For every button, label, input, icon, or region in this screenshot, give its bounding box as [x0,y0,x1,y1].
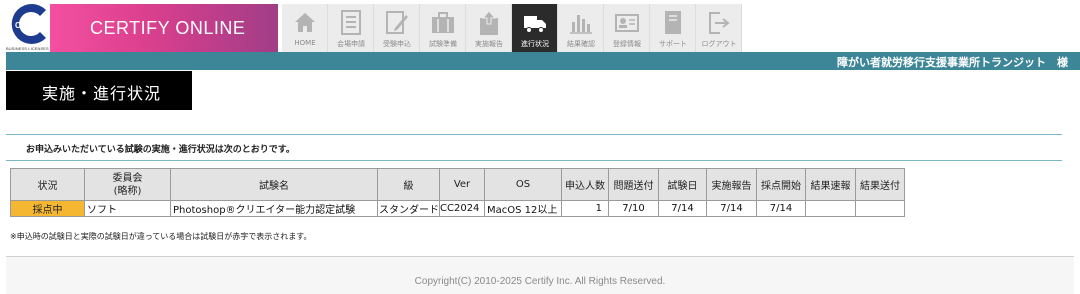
header-status: 状況 [10,168,85,201]
nav-label: 受験申込 [383,40,411,48]
brand-name: CERTIFY ONLINE [90,18,246,38]
nav-label: 会場申請 [337,40,365,48]
manual-icon [665,11,681,34]
table-header-row: 状況 委員会 (略称) 試験名 級 Ver OS 申込人数 問題送付 試験日 実… [10,168,905,201]
cell-grade: スタンダード [377,200,440,217]
nav-label: サポート [659,40,687,48]
notice-text: お申込みいただいている試験の実施・進行状況は次のとおりです。 [26,145,295,155]
cell-result-sent [855,200,905,217]
nav-item-exam-application[interactable]: 受験申込 [374,4,420,52]
logo-text: CERTIFY [15,21,50,30]
nav-item-home[interactable]: HOME [282,4,328,52]
header: CERTIFY BUSINESS LICENSES CERTIFY ONLINE… [0,0,1080,54]
cell-grading-start: 7/14 [756,200,806,217]
logo-c-icon: CERTIFY [11,4,50,44]
header-grade: 級 [377,168,440,201]
header-preliminary-result: 結果速報 [805,168,856,201]
cell-committee: ソフト [84,200,171,217]
organization-bar: 障がい者就労移行支援事業所トランジット 様 [6,52,1080,70]
copyright: Copyright(C) 2010-2025 Certify Inc. All … [414,276,666,287]
progress-status-table: 状況 委員会 (略称) 試験名 級 Ver OS 申込人数 問題送付 試験日 実… [10,168,905,217]
edit-document-icon [386,11,408,34]
home-icon [295,13,315,32]
nav-item-venue-application[interactable]: 会場申請 [328,4,374,52]
cell-implementation-report: 7/14 [706,200,757,217]
header-committee: 委員会 (略称) [84,168,171,201]
brand-banner: CERTIFY ONLINE [50,4,278,52]
cell-preliminary-result [805,200,856,217]
nav-item-progress-status[interactable]: 進行状況 [512,4,558,52]
cell-ver: CC2024 [439,200,485,217]
nav-label: 結果確認 [567,40,595,48]
header-grading-start: 採点開始 [756,168,806,201]
page-title-box: 実施・進行状況 [6,71,192,110]
logo-subtitle: BUSINESS LICENSES [6,46,49,51]
nav-label: 登録情報 [613,40,641,48]
nav-label: ログアウト [701,40,737,48]
cell-applicants: 1 [561,200,609,217]
notice-box: お申込みいただいている試験の実施・進行状況は次のとおりです。 [6,134,1062,161]
nav-item-logout[interactable]: ログアウト [696,4,742,52]
header-implementation-report: 実施報告 [706,168,757,201]
cell-exam-name: Photoshop®クリエイター能力認定試験 [170,200,378,217]
nav-item-results[interactable]: 結果確認 [558,4,604,52]
cell-exam-date: 7/14 [658,200,707,217]
header-questions-sent: 問題送付 [608,168,659,201]
nav-item-implementation-report[interactable]: 実施報告 [466,4,512,52]
logout-icon [709,12,730,34]
nav-item-exam-preparation[interactable]: 試験準備 [420,4,466,52]
status-badge: 採点中 [10,200,85,217]
nav-label: 試験準備 [429,40,457,48]
nav-item-support[interactable]: サポート [650,4,696,52]
nav-label: HOME [294,39,316,47]
header-applicants: 申込人数 [561,168,609,201]
cell-os: MacOS 12以上 [484,200,562,217]
header-exam-date: 試験日 [658,168,707,201]
page-title: 実施・進行状況 [42,84,162,103]
upload-document-icon [480,10,498,35]
cell-questions-sent: 7/10 [608,200,659,217]
footer: Copyright(C) 2010-2025 Certify Inc. All … [6,257,1074,294]
header-os: OS [484,168,562,201]
nav-label: 実施報告 [475,40,503,48]
certify-logo[interactable]: CERTIFY BUSINESS LICENSES [6,4,50,52]
nav-label: 進行状況 [521,40,549,48]
table-row: 採点中 ソフト Photoshop®クリエイター能力認定試験 スタンダード CC… [10,200,905,217]
briefcase-icon [432,12,454,33]
main-nav: HOME 会場申請 受験申込 試験準備 実施報告 進行状況 結果確認 登録情報 … [282,4,742,52]
footnote: ※申込時の試験日と実際の試験日が違っている場合は試験日が赤字で表示されます。 [10,232,312,241]
header-committee-label: 委員会 (略称) [112,172,143,197]
bar-chart-icon [570,15,592,34]
header-exam-name: 試験名 [170,168,378,201]
header-result-sent: 結果送付 [855,168,905,201]
header-ver: Ver [439,168,485,201]
nav-item-registration-info[interactable]: 登録情報 [604,4,650,52]
organization-name: 障がい者就労移行支援事業所トランジット 様 [837,56,1068,69]
truck-icon [524,16,546,33]
id-card-icon [615,14,639,32]
document-list-icon [341,10,361,35]
